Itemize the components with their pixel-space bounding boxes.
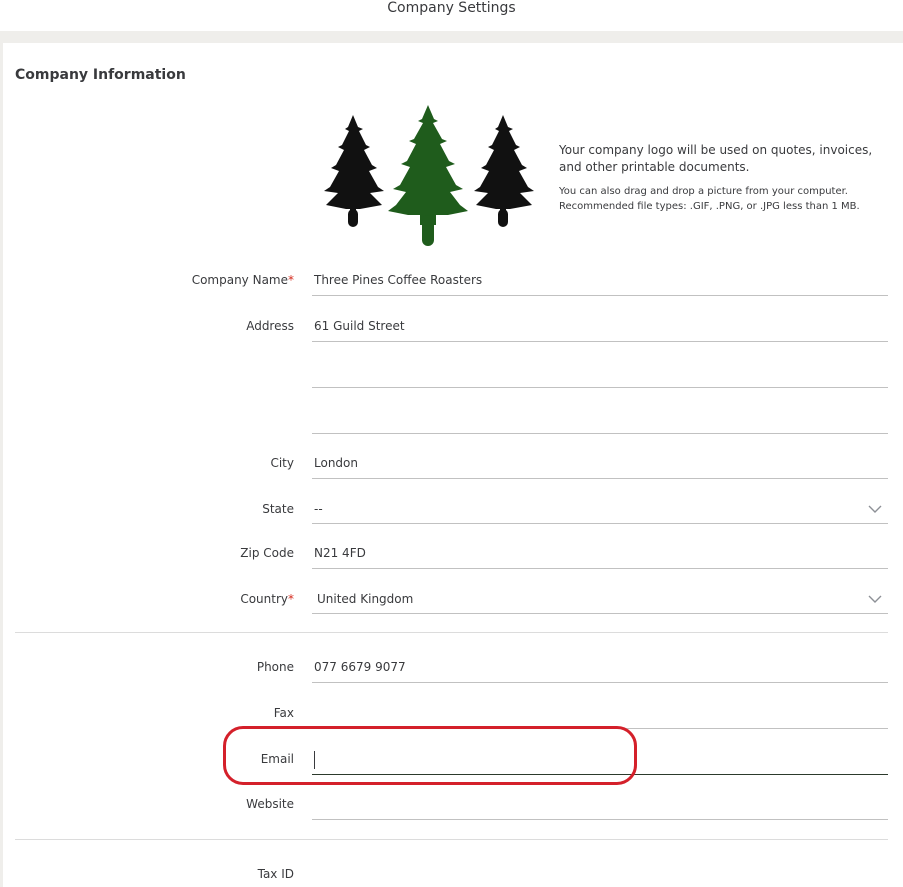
drag-hint: You can also drag and drop a picture fro… (559, 186, 848, 197)
chevron-down-icon[interactable] (868, 504, 882, 514)
address-label: Address (246, 319, 294, 333)
company-name-field[interactable]: Three Pines Coffee Roasters (312, 268, 888, 296)
section-divider (15, 632, 888, 633)
zip-value: N21 4FD (314, 546, 366, 560)
address-line1-value: 61 Guild Street (314, 319, 405, 333)
company-name-value: Three Pines Coffee Roasters (314, 273, 483, 287)
city-field[interactable]: London (312, 451, 888, 479)
phone-field[interactable]: 077 6679 9077 (312, 655, 888, 683)
section-divider (15, 839, 888, 840)
page-title: Company Settings (387, 0, 516, 16)
chevron-down-icon[interactable] (868, 594, 882, 604)
country-label: Country* (240, 592, 294, 606)
city-value: London (314, 456, 358, 470)
phone-value: 077 6679 9077 (314, 660, 406, 674)
fax-label: Fax (273, 706, 294, 720)
website-field[interactable] (312, 792, 888, 820)
file-types-hint: Recommended file types: .GIF, .PNG, or .… (559, 201, 860, 212)
top-bar: Company Settings (0, 0, 903, 31)
logo-upload-hint: You can also drag and drop a picture fro… (559, 184, 891, 214)
company-info-panel: Company Information Your company logo wi… (3, 43, 903, 887)
tax-id-label: Tax ID (257, 867, 294, 881)
city-label: City (270, 456, 294, 470)
logo-description: Your company logo will be used on quotes… (559, 143, 873, 174)
address-line1-field[interactable]: 61 Guild Street (312, 314, 888, 342)
country-value: United Kingdom (317, 592, 414, 606)
section-title: Company Information (15, 67, 186, 83)
pine-trees-logo-icon (324, 105, 534, 246)
company-name-label: Company Name* (191, 273, 294, 287)
state-select[interactable]: -- (312, 496, 888, 524)
zip-label: Zip Code (240, 546, 294, 560)
country-select[interactable]: United Kingdom (312, 586, 888, 614)
email-highlight-annotation (223, 726, 637, 785)
state-label: State (262, 502, 294, 516)
company-logo[interactable] (318, 105, 540, 250)
state-value: -- (314, 502, 323, 516)
fax-field[interactable] (312, 701, 888, 729)
phone-label: Phone (256, 660, 294, 674)
address-line3-field[interactable] (312, 406, 888, 434)
address-line2-field[interactable] (312, 360, 888, 388)
zip-field[interactable]: N21 4FD (312, 541, 888, 569)
website-label: Website (246, 797, 294, 811)
